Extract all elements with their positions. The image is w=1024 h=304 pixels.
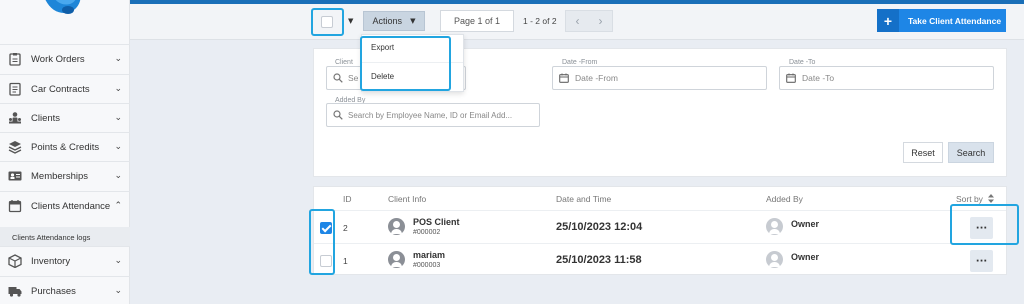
chevron-down-icon: ⌄ — [114, 84, 122, 94]
client-avatar — [388, 218, 405, 235]
employee-avatar — [766, 218, 783, 235]
caret-down-icon: ▼ — [410, 17, 416, 25]
document-icon — [9, 82, 21, 96]
client-avatar — [388, 251, 405, 268]
row-actions-menu-button[interactable]: ··· — [970, 250, 993, 272]
sidebar-item-label: Clients — [31, 113, 61, 124]
actions-label: Actions — [372, 16, 403, 26]
sidebar-item-label: Work Orders — [31, 54, 85, 65]
sort-icon[interactable] — [988, 194, 994, 203]
sidebar-item-clients[interactable]: Clients ⌄ — [0, 103, 130, 133]
calendar-icon — [559, 73, 569, 83]
chevron-up-icon: ⌃ — [114, 201, 122, 211]
chevron-down-icon: ⌄ — [114, 54, 122, 64]
sidebar-item-memberships[interactable]: Memberships ⌄ — [0, 161, 130, 191]
chevron-right-icon[interactable]: › — [599, 14, 603, 28]
client-name[interactable]: POS Client — [413, 217, 460, 227]
date-from-label: Date -From — [562, 59, 598, 66]
chevron-left-icon[interactable]: ‹ — [576, 14, 580, 28]
layers-icon — [8, 141, 22, 154]
take-attendance-label: Take Client Attendance — [908, 15, 1002, 26]
people-icon — [9, 112, 21, 124]
column-header-added-by: Added By — [766, 194, 803, 204]
sidebar-item-points-credits[interactable]: Points & Credits ⌄ — [0, 132, 130, 162]
take-client-attendance-button[interactable]: + Take Client Attendance — [877, 9, 1006, 32]
sidebar-item-label: Purchases — [31, 286, 76, 297]
search-button[interactable]: Search — [948, 142, 994, 163]
sidebar-item-label: Points & Credits — [31, 142, 100, 153]
chevron-down-icon: ⌄ — [114, 256, 122, 266]
app-logo — [45, 0, 81, 14]
client-number: #000003 — [413, 262, 441, 269]
highlight-row-checkboxes — [309, 209, 335, 275]
added-by-placeholder: Search by Employee Name, ID or Email Add… — [348, 110, 513, 120]
sidebar: Work Orders ⌄ Car Contracts ⌄ Clients ⌄ … — [0, 0, 130, 304]
row-id: 1 — [343, 256, 348, 266]
sidebar-item-inventory[interactable]: Inventory ⌄ — [0, 246, 130, 276]
id-card-icon — [8, 171, 22, 181]
table-row[interactable]: 2 POS Client #000002 25/10/2023 12:04 Ow… — [314, 210, 1006, 242]
pagination-indicator[interactable]: Page 1 of 1 — [440, 10, 514, 32]
date-from-input[interactable]: Date -From — [552, 66, 767, 90]
calendar-icon — [8, 200, 22, 213]
column-header-id: ID — [343, 194, 352, 204]
employee-avatar — [766, 251, 783, 268]
date-to-input[interactable]: Date -To — [779, 66, 994, 90]
sidebar-subitem-attendance-logs[interactable]: Clients Attendance logs — [0, 227, 130, 247]
sidebar-item-label: Clients Attendance — [31, 201, 111, 212]
reset-button[interactable]: Reset — [903, 142, 943, 163]
sidebar-item-purchases[interactable]: Purchases ⌄ — [0, 276, 130, 304]
sidebar-item-label: Car Contracts — [31, 84, 90, 95]
date-to-placeholder: Date -To — [802, 73, 835, 83]
sort-by-control[interactable]: Sort by — [956, 194, 983, 204]
highlight-actions-menu — [360, 36, 451, 91]
added-by-name: Owner — [791, 219, 820, 229]
attendance-datetime: 25/10/2023 11:58 — [556, 254, 642, 266]
calendar-icon — [786, 73, 796, 83]
actions-button[interactable]: Actions ▼ — [363, 11, 425, 31]
chevron-down-icon: ⌄ — [114, 286, 122, 296]
truck-icon — [8, 287, 22, 297]
box-icon — [8, 254, 22, 268]
sidebar-item-clients-attendance[interactable]: Clients Attendance ⌃ — [0, 191, 130, 221]
sidebar-item-label: Inventory — [31, 256, 71, 267]
sidebar-item-label: Memberships — [31, 171, 89, 182]
sidebar-item-car-contracts[interactable]: Car Contracts ⌄ — [0, 74, 130, 104]
caret-down-icon[interactable]: ▼ — [348, 17, 353, 25]
client-filter-label: Client — [335, 59, 353, 66]
attendance-datetime: 25/10/2023 12:04 — [556, 221, 643, 233]
highlight-select-all — [311, 8, 344, 36]
chevron-down-icon: ⌄ — [114, 171, 122, 181]
chevron-down-icon: ⌄ — [114, 113, 122, 123]
highlight-row-actions — [950, 204, 1019, 245]
client-number: #000002 — [413, 229, 441, 236]
search-icon — [333, 73, 343, 83]
plus-icon: + — [877, 9, 899, 32]
column-header-client-info: Client Info — [388, 194, 427, 204]
search-icon — [333, 110, 343, 120]
pagination-nav[interactable]: ‹ › — [565, 10, 613, 32]
client-name[interactable]: mariam — [413, 250, 445, 260]
sidebar-item-work-orders[interactable]: Work Orders ⌄ — [0, 44, 130, 74]
row-id: 2 — [343, 223, 348, 233]
date-to-label: Date -To — [789, 59, 816, 66]
record-range: 1 - 2 of 2 — [523, 16, 557, 26]
date-from-placeholder: Date -From — [575, 73, 618, 83]
added-by-name: Owner — [791, 252, 820, 262]
added-by-input[interactable]: Search by Employee Name, ID or Email Add… — [326, 103, 540, 127]
clipboard-icon — [9, 53, 21, 66]
client-filter-placeholder: Se — [348, 73, 359, 83]
column-header-date-time: Date and Time — [556, 194, 612, 204]
chevron-down-icon: ⌄ — [114, 142, 122, 152]
table-row[interactable]: 1 mariam #000003 25/10/2023 11:58 Owner … — [314, 243, 1006, 275]
